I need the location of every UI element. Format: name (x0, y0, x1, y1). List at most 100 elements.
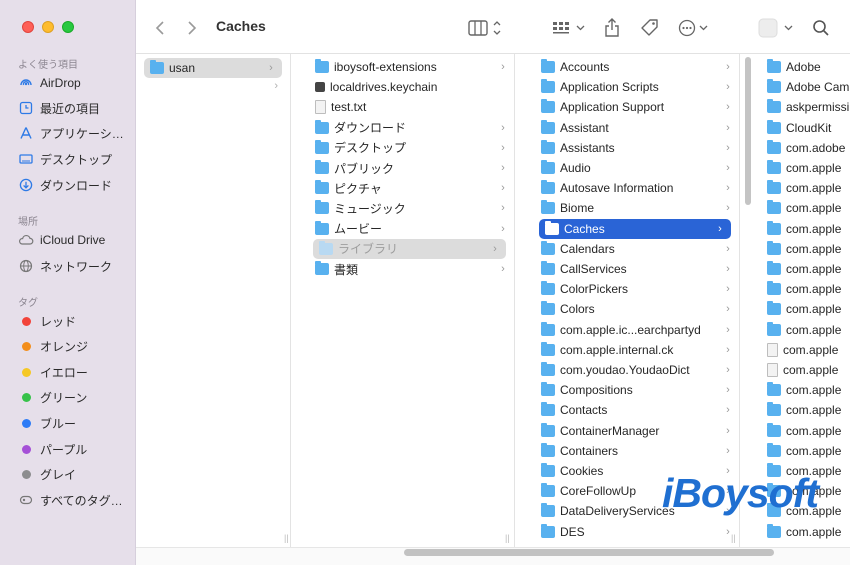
folder-icon (541, 301, 555, 316)
folder-icon (767, 99, 781, 114)
sidebar-item-network[interactable]: ネットワーク (18, 256, 112, 276)
list-item[interactable]: Assistant › (531, 118, 739, 138)
list-item[interactable]: com.apple.internal.ck › (531, 340, 739, 360)
item-name: localdrives.keychain (330, 80, 438, 95)
list-item[interactable]: Calendars › (531, 239, 739, 259)
list-item[interactable]: Application Scripts › (531, 77, 739, 97)
minimize-button[interactable] (42, 21, 54, 33)
column-resize-handle[interactable]: || (284, 533, 289, 543)
list-item[interactable]: ダウンロード › (305, 118, 514, 138)
list-item[interactable]: Colors › (531, 299, 739, 319)
vertical-scrollbar[interactable] (745, 57, 751, 205)
list-item[interactable]: com.apple (757, 421, 850, 441)
list-item[interactable]: Biome › (531, 198, 739, 218)
list-item[interactable]: com.adobe (757, 138, 850, 158)
list-item[interactable]: com.apple (757, 279, 850, 299)
list-item[interactable]: パブリック › (305, 158, 514, 178)
list-item[interactable]: 書類 › (305, 259, 514, 279)
sidebar-item-all-tags[interactable]: すべてのタグ… (18, 490, 123, 510)
list-item[interactable]: com.apple (757, 400, 850, 420)
column-2[interactable]: || iboysoft-extensions › localdrives.keych… (305, 54, 515, 547)
column-resize-handle[interactable]: || (505, 533, 510, 543)
sidebar-item-tag[interactable]: オレンジ (18, 337, 88, 357)
list-item[interactable]: com.apple (757, 239, 850, 259)
chevron-left-icon (155, 21, 164, 35)
download-icon (18, 177, 34, 193)
list-item[interactable]: Adobe (757, 57, 850, 77)
list-item[interactable]: com.apple (757, 360, 850, 380)
list-item[interactable]: com.youdao.YoudaoDict › (531, 360, 739, 380)
sidebar-item-tag[interactable]: イエロー (18, 362, 88, 382)
list-item[interactable]: Application Support › (531, 97, 739, 117)
list-item[interactable]: localdrives.keychain (305, 77, 514, 97)
list-item[interactable]: ミュージック › (305, 198, 514, 218)
list-item[interactable]: com.apple (757, 380, 850, 400)
list-item[interactable]: askpermissi (757, 97, 850, 117)
sidebar-item-desktop[interactable]: デスクトップ (18, 149, 112, 169)
list-item[interactable]: CloudKit (757, 118, 850, 138)
tag-color-dot (22, 470, 31, 480)
list-item[interactable]: Contacts › (531, 400, 739, 420)
list-item[interactable]: Compositions › (531, 380, 739, 400)
tag-button[interactable] (640, 16, 660, 40)
list-item[interactable]: com.apple (757, 178, 850, 198)
list-item[interactable]: com.apple (757, 299, 850, 319)
sidebar-item-tag[interactable]: グレイ (18, 465, 76, 485)
list-item[interactable]: com.apple (757, 441, 850, 461)
extension-button[interactable] (758, 16, 796, 40)
list-item[interactable]: CallServices › (531, 259, 739, 279)
group-button[interactable] (552, 16, 588, 40)
list-item[interactable]: Autosave Information › (531, 178, 739, 198)
list-item[interactable]: Assistants › (531, 138, 739, 158)
sidebar-section-favorites: よく使う項目 (18, 60, 78, 71)
list-item[interactable]: iboysoft-extensions › (305, 57, 514, 77)
list-item[interactable]: com.apple (757, 340, 850, 360)
list-item[interactable]: デスクトップ › (305, 138, 514, 158)
chevron-right-icon: › (726, 303, 730, 316)
list-item[interactable]: DES › (531, 522, 739, 542)
sidebar-item-airdrop[interactable]: AirDrop (18, 73, 81, 93)
list-item[interactable]: Adobe Cam (757, 77, 850, 97)
list-item[interactable]: test.txt (305, 97, 514, 117)
list-item[interactable]: com.apple (757, 158, 850, 178)
list-item[interactable]: ムービー › (305, 219, 514, 239)
list-item[interactable]: ContainerManager › (531, 421, 739, 441)
list-item[interactable]: com.apple (757, 198, 850, 218)
sidebar-item-applications[interactable]: アプリケーシ… (18, 123, 124, 143)
sidebar-item-tag[interactable]: パープル (18, 439, 87, 459)
back-button[interactable] (154, 16, 166, 40)
search-button[interactable] (812, 16, 830, 40)
list-item[interactable]: com.apple (757, 320, 850, 340)
sidebar-item-downloads[interactable]: ダウンロード (18, 175, 112, 195)
sidebar-item-tag[interactable]: ブルー (18, 413, 76, 433)
list-item[interactable]: com.apple (757, 522, 850, 542)
list-item[interactable]: Caches › (539, 218, 731, 239)
column-1[interactable]: || usan › › (136, 54, 291, 547)
close-button[interactable] (22, 21, 34, 33)
list-item[interactable]: Audio › (531, 158, 739, 178)
list-item[interactable]: ライブラリ › (313, 238, 506, 259)
list-item[interactable]: com.apple (757, 259, 850, 279)
list-item[interactable]: usan › (144, 58, 282, 78)
sidebar-item-icloud[interactable]: iCloud Drive (18, 230, 105, 250)
folder-icon (315, 139, 329, 154)
sidebar-item-tag[interactable]: グリーン (18, 388, 87, 408)
list-item[interactable]: Containers › (531, 441, 739, 461)
view-columns-button[interactable] (468, 16, 504, 40)
folder-icon (767, 281, 781, 296)
zoom-button[interactable] (62, 21, 74, 33)
horizontal-scrollbar[interactable] (404, 549, 774, 556)
chevron-right-icon: › (726, 525, 730, 538)
list-item[interactable]: com.apple.ic...earchpartyd › (531, 320, 739, 340)
list-item[interactable]: ColorPickers › (531, 279, 739, 299)
sidebar-item-tag[interactable]: レッド (18, 311, 76, 331)
forward-button[interactable] (186, 16, 198, 40)
sidebar-item-recents[interactable]: 最近の項目 (18, 98, 100, 118)
list-item[interactable]: com.apple (757, 219, 850, 239)
share-button[interactable] (604, 16, 620, 40)
folder-icon (315, 261, 329, 275)
action-button[interactable] (678, 16, 710, 40)
list-item[interactable]: Accounts › (531, 57, 739, 77)
list-item[interactable]: ピクチャ › (305, 178, 514, 198)
folder-icon (767, 261, 781, 275)
